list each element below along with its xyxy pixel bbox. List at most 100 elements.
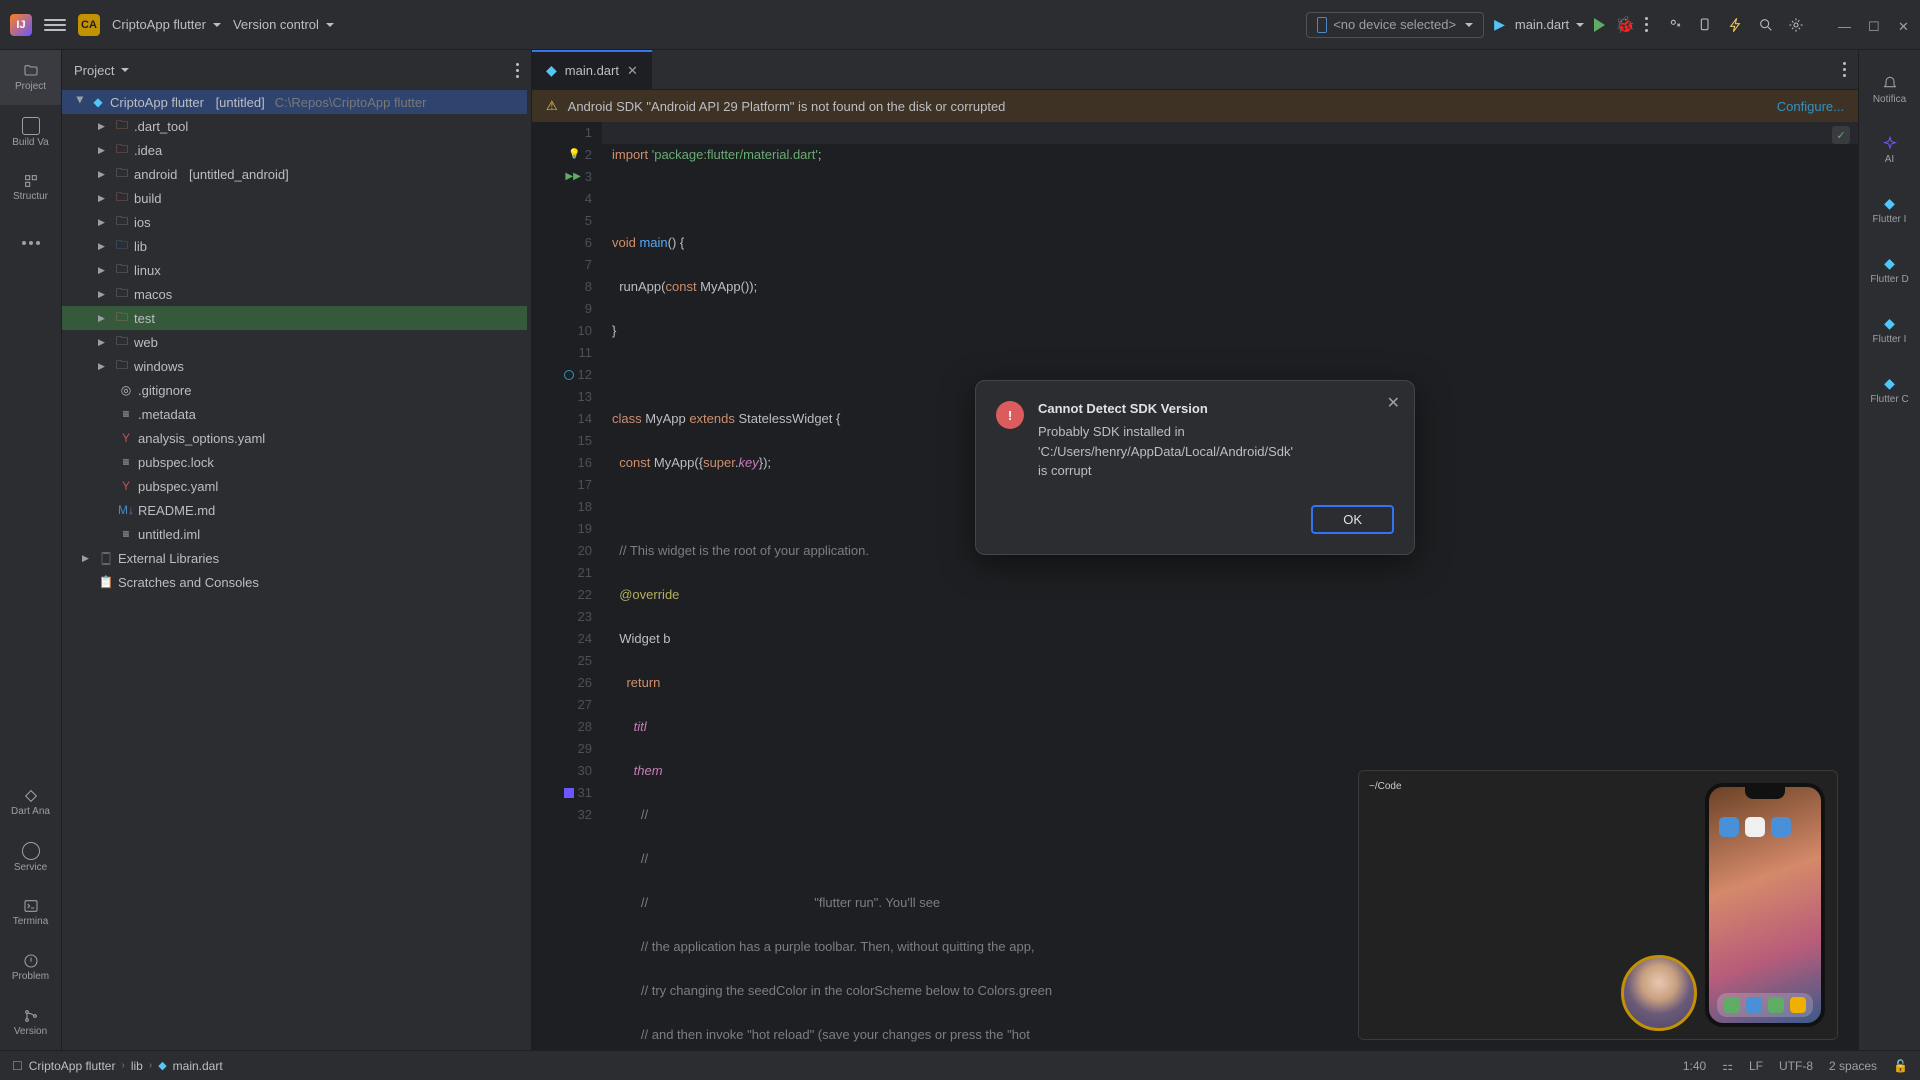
run-button[interactable] xyxy=(1594,18,1605,32)
rail-notifications[interactable]: Notifica xyxy=(1859,60,1920,120)
flutter-project-icon: ◆ xyxy=(90,95,106,109)
minimize-button[interactable]: — xyxy=(1838,19,1850,31)
tree-root[interactable]: ▶ ◆ CriptoApp flutter [untitled] C:\Repo… xyxy=(62,90,527,114)
override-gutter-icon[interactable] xyxy=(564,370,574,380)
lightning-icon[interactable] xyxy=(1728,17,1744,33)
version-control-dropdown[interactable]: Version control xyxy=(233,17,334,32)
tree-file[interactable]: ≡pubspec.lock xyxy=(62,450,527,474)
rail-services[interactable]: Service xyxy=(0,830,61,885)
rail-build-variants[interactable]: Build Va xyxy=(0,105,61,160)
tree-scratches[interactable]: 📋Scratches and Consoles xyxy=(62,570,527,594)
right-tool-rail: Notifica AI ◆ Flutter I ◆ Flutter D ◆ Fl… xyxy=(1858,50,1920,1050)
tree-folder[interactable]: ▶🗀windows xyxy=(62,354,527,378)
more-dots-icon xyxy=(22,241,40,245)
configure-link[interactable]: Configure... xyxy=(1777,99,1844,114)
tree-folder[interactable]: ▶🗀web xyxy=(62,330,527,354)
tree-file[interactable]: Ypubspec.yaml xyxy=(62,474,527,498)
cursor-position[interactable]: 1:40 xyxy=(1683,1059,1706,1073)
settings-icon[interactable] xyxy=(1788,17,1804,33)
project-tool-window: Project ▶ ◆ CriptoApp flutter [untitled]… xyxy=(62,50,532,1050)
yaml-icon: Y xyxy=(118,431,134,445)
breadcrumb[interactable]: ☐ CriptoApp flutter › lib › ◆ main.dart xyxy=(12,1059,223,1073)
close-button[interactable]: ✕ xyxy=(1898,19,1910,31)
line-separator[interactable]: LF xyxy=(1749,1059,1763,1073)
ide-logo-icon[interactable]: IJ xyxy=(10,14,32,36)
picture-in-picture-overlay[interactable]: ~/Code xyxy=(1358,770,1838,1040)
tree-folder[interactable]: ▶🗀android [untitled_android] xyxy=(62,162,527,186)
bell-icon xyxy=(1882,76,1898,92)
bulb-icon[interactable]: 💡 xyxy=(568,144,580,166)
yaml-icon: Y xyxy=(118,479,134,493)
rail-dart-analysis[interactable]: Dart Ana xyxy=(0,775,61,830)
rail-flutter-outline[interactable]: ◆ Flutter C xyxy=(1859,360,1920,420)
search-icon[interactable] xyxy=(1758,17,1774,33)
rail-version-control[interactable]: Version xyxy=(0,995,61,1050)
ai-icon xyxy=(1882,136,1898,152)
tree-file[interactable]: ◎.gitignore xyxy=(62,378,527,402)
device-selector[interactable]: <no device selected> xyxy=(1306,12,1484,38)
project-tree[interactable]: ▶ ◆ CriptoApp flutter [untitled] C:\Repo… xyxy=(62,90,531,1050)
tree-folder[interactable]: ▶🗀build xyxy=(62,186,527,210)
gutter[interactable]: 1 💡2 ▶▶3 4 5 6 7 8 9 10 11 12 13 14 15 1… xyxy=(532,122,602,1050)
color-swatch-icon[interactable] xyxy=(564,788,574,798)
tree-file[interactable]: M↓README.md xyxy=(62,498,527,522)
tab-options[interactable] xyxy=(1843,62,1846,77)
editor-notification-bar: ⚠ Android SDK "Android API 29 Platform" … xyxy=(532,90,1858,122)
chevron-icon[interactable]: ▶ xyxy=(75,96,86,108)
project-panel-options[interactable] xyxy=(516,63,519,78)
ok-button[interactable]: OK xyxy=(1311,505,1394,534)
scratches-icon: 📋 xyxy=(98,575,114,589)
tree-folder[interactable]: ▶🗀lib xyxy=(62,234,527,258)
file-encoding[interactable]: UTF-8 xyxy=(1779,1059,1813,1073)
folder-icon: 🗀 xyxy=(114,308,130,329)
tree-file[interactable]: ≡untitled.iml xyxy=(62,522,527,546)
tree-folder[interactable]: ▶🗀.idea xyxy=(62,138,527,162)
structure-icon xyxy=(23,173,39,189)
main-menu-icon[interactable] xyxy=(44,14,66,36)
tree-file[interactable]: Yanalysis_options.yaml xyxy=(62,426,527,450)
flutter-icon: ▶ xyxy=(1494,16,1505,33)
project-dropdown[interactable]: CriptoApp flutter xyxy=(112,17,221,32)
status-icon[interactable]: ⚏ xyxy=(1722,1059,1733,1073)
folder-icon: 🗀 xyxy=(114,236,130,257)
project-view-dropdown[interactable]: Project xyxy=(74,63,129,78)
tree-folder[interactable]: ▶🗀.dart_tool xyxy=(62,114,527,138)
inspection-status-icon[interactable]: ✓ xyxy=(1832,126,1850,144)
rail-more[interactable] xyxy=(0,215,61,270)
run-gutter-icon[interactable]: ▶▶ xyxy=(565,166,580,188)
tab-close-icon[interactable]: ✕ xyxy=(627,63,638,79)
rail-ai[interactable]: AI xyxy=(1859,120,1920,180)
rail-structure[interactable]: Structur xyxy=(0,160,61,215)
rail-flutter-inspector[interactable]: ◆ Flutter I xyxy=(1859,180,1920,240)
tree-folder[interactable]: ▶🗀ios xyxy=(62,210,527,234)
tree-folder[interactable]: ▶🗀test xyxy=(62,306,527,330)
tree-file[interactable]: ≡.metadata xyxy=(62,402,527,426)
more-run-options[interactable] xyxy=(1645,17,1648,32)
rail-flutter-inspector-2[interactable]: ◆ Flutter I xyxy=(1859,300,1920,360)
indent-settings[interactable]: 2 spaces xyxy=(1829,1059,1877,1073)
dart-file-icon: ◆ xyxy=(546,62,557,79)
code-with-me-icon[interactable] xyxy=(1668,17,1684,33)
readonly-toggle-icon[interactable]: 🔓 xyxy=(1893,1059,1908,1073)
flutter-icon: ◆ xyxy=(1884,195,1895,212)
maximize-button[interactable]: ☐ xyxy=(1868,19,1880,31)
warning-text: Android SDK "Android API 29 Platform" is… xyxy=(568,99,1767,114)
dialog-close-icon[interactable]: ✕ xyxy=(1387,393,1400,413)
debug-button[interactable]: 🐞 xyxy=(1615,15,1635,35)
editor-tab[interactable]: ◆ main.dart ✕ xyxy=(532,50,652,89)
error-icon: ! xyxy=(996,401,1024,429)
run-config-dropdown[interactable]: main.dart xyxy=(1515,17,1584,32)
tree-folder[interactable]: ▶🗀linux xyxy=(62,258,527,282)
rail-problems[interactable]: Problem xyxy=(0,940,61,995)
updates-icon[interactable] xyxy=(1698,17,1714,33)
tree-external-libs[interactable]: ▶🀆External Libraries xyxy=(62,546,527,570)
rail-flutter-devtools[interactable]: ◆ Flutter D xyxy=(1859,240,1920,300)
rail-project[interactable]: Project xyxy=(0,50,61,105)
problems-icon xyxy=(23,953,39,969)
git-icon xyxy=(23,1008,39,1024)
tree-folder[interactable]: ▶🗀macos xyxy=(62,282,527,306)
rail-terminal[interactable]: Termina xyxy=(0,885,61,940)
dialog-title: Cannot Detect SDK Version xyxy=(1038,401,1293,416)
project-badge-icon: CA xyxy=(78,14,100,36)
phone-icon xyxy=(1317,17,1327,33)
